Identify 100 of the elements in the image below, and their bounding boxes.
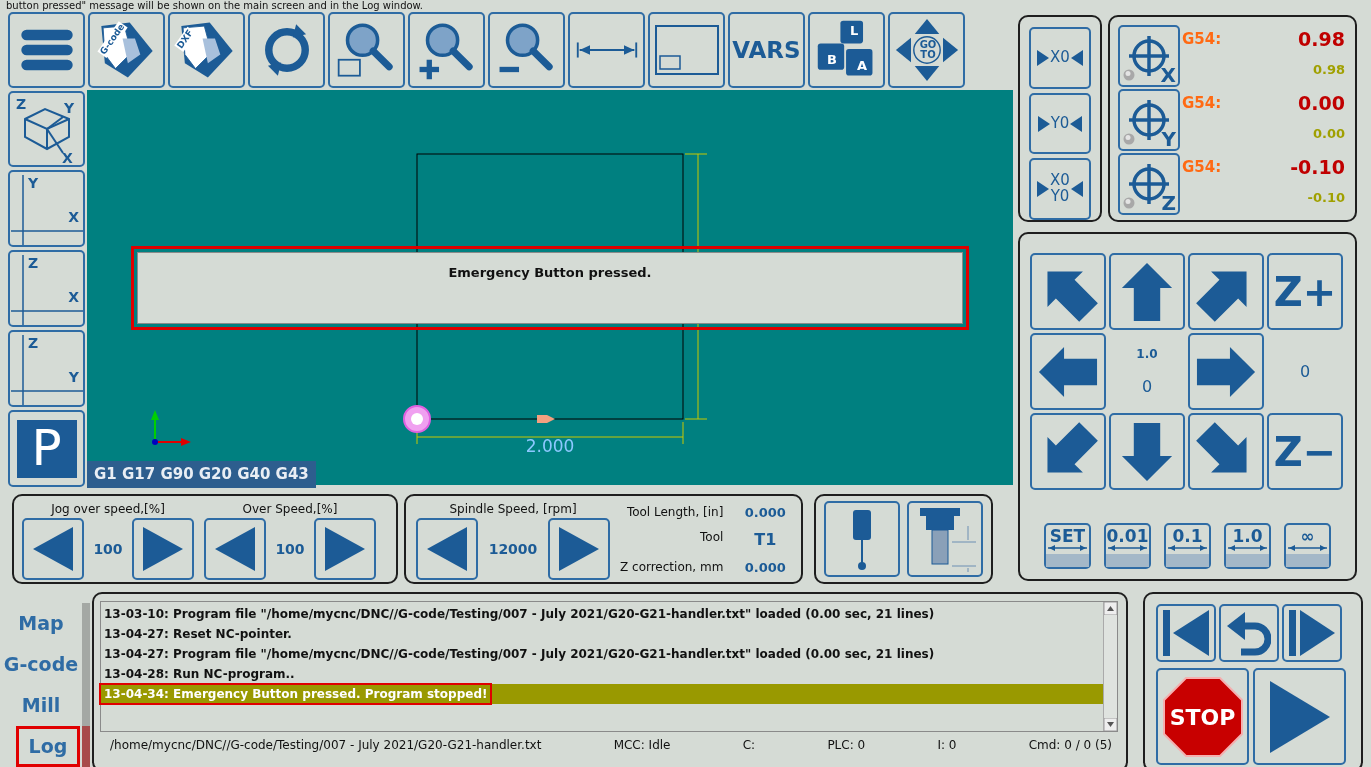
zoom-window-button[interactable] bbox=[328, 12, 405, 88]
goto-button[interactable]: GO TO bbox=[888, 12, 965, 88]
speed-label: Spindle Speed, [rpm] bbox=[449, 501, 577, 518]
plane-view-button[interactable]: Y X bbox=[8, 170, 85, 247]
refresh-button[interactable] bbox=[248, 12, 325, 88]
status-text: C: bbox=[742, 737, 756, 754]
menu-button[interactable] bbox=[8, 12, 85, 88]
jog-button[interactable] bbox=[1109, 413, 1185, 490]
axis-zero-button[interactable]: Y bbox=[1118, 89, 1180, 151]
axes-icon bbox=[10, 252, 83, 325]
stop-sign-icon bbox=[1161, 675, 1244, 758]
plane-view-button[interactable]: Z X bbox=[8, 250, 85, 327]
work-offset-label: G54: bbox=[1182, 93, 1222, 114]
triangle-left-icon bbox=[213, 525, 257, 573]
side-tab[interactable]: G-code bbox=[0, 644, 90, 685]
tool-marker bbox=[403, 405, 431, 433]
jog-xy-value: 0 bbox=[1141, 375, 1153, 398]
indicator-led-icon bbox=[1123, 69, 1135, 81]
speed-value: 100 bbox=[274, 539, 306, 559]
status-text: I: 0 bbox=[937, 737, 957, 754]
decrease-button[interactable] bbox=[204, 518, 266, 580]
skip-back-icon bbox=[1161, 608, 1211, 658]
machine-position-value: -0.10 bbox=[1307, 188, 1345, 207]
plane-view-button[interactable]: Z Y bbox=[8, 330, 85, 407]
iso-view-button[interactable]: Z Y X bbox=[8, 91, 85, 167]
indicator-led-icon bbox=[1123, 197, 1135, 209]
triangle-right-icon bbox=[1037, 115, 1050, 132]
step-forward-button[interactable] bbox=[1282, 604, 1342, 662]
keys-button[interactable]: L B A bbox=[808, 12, 885, 88]
position-value: 0.98 bbox=[1298, 27, 1345, 52]
jog-button[interactable] bbox=[1030, 413, 1106, 490]
zero-button[interactable]: X0 Y0 bbox=[1029, 158, 1091, 220]
vars-button[interactable]: VARS bbox=[728, 12, 805, 88]
step-button[interactable]: 0.01 bbox=[1104, 523, 1151, 569]
zero-button[interactable]: Y0 bbox=[1029, 92, 1091, 155]
triangle-left-icon bbox=[425, 525, 469, 573]
modal-codes-bar: G1 G17 G90 G20 G40 G43 bbox=[87, 461, 316, 488]
axes-icon bbox=[10, 332, 83, 405]
axis-triad-icon bbox=[151, 410, 191, 446]
tool-info-value: T1 bbox=[753, 529, 778, 551]
work-offset-label: G54: bbox=[1182, 29, 1222, 50]
axis-zero-button[interactable]: X bbox=[1118, 25, 1180, 87]
ruler-icon bbox=[1286, 544, 1329, 567]
direction-arrow-icon bbox=[537, 415, 555, 423]
stop-button[interactable]: STOP bbox=[1156, 668, 1249, 765]
speed-value: 12000 bbox=[487, 539, 539, 559]
jog-button[interactable] bbox=[1109, 253, 1185, 330]
triangle-right-icon bbox=[1037, 181, 1050, 198]
increase-button[interactable] bbox=[314, 518, 376, 580]
tool-length-button[interactable] bbox=[907, 501, 983, 577]
go-to-start-button[interactable] bbox=[1156, 604, 1216, 662]
position-value: 0.00 bbox=[1298, 91, 1345, 116]
speed-value: 100 bbox=[92, 539, 124, 559]
decrease-button[interactable] bbox=[22, 518, 84, 580]
frame-icon bbox=[653, 24, 720, 76]
log-line: 13-03-10: Program file "/home/mycnc/DNC//G-code/Testing/007 - July 2021/G20-G21-handler.txt" loaded (0.00 sec, 21 lines) bbox=[103, 606, 936, 623]
parking-sign: P bbox=[16, 419, 77, 478]
step-button[interactable]: 1.0 bbox=[1224, 523, 1271, 569]
work-offset-label: G54: bbox=[1182, 157, 1222, 178]
fit-screen-button[interactable] bbox=[648, 12, 725, 88]
tool-info-value: 0.000 bbox=[743, 503, 787, 522]
jog-button[interactable] bbox=[1188, 413, 1264, 490]
log-line: 13-04-28: Run NC-program.. bbox=[103, 666, 296, 683]
dimension-label: 2.000 bbox=[525, 436, 575, 456]
step-button[interactable]: ∞ bbox=[1284, 523, 1331, 569]
increase-button[interactable] bbox=[548, 518, 610, 580]
zoom-out-button[interactable] bbox=[488, 12, 565, 88]
status-text: MCC: Idle bbox=[613, 737, 671, 754]
park-button[interactable]: P bbox=[8, 410, 85, 487]
step-button[interactable]: 0.1 bbox=[1164, 523, 1211, 569]
status-text: Cmd: 0 / 0 (5) bbox=[1028, 737, 1112, 754]
rewind-button[interactable] bbox=[1219, 604, 1279, 662]
jog-button[interactable] bbox=[1030, 333, 1106, 410]
step-button[interactable]: SET bbox=[1044, 523, 1091, 569]
zero-button[interactable]: X0 bbox=[1029, 27, 1091, 89]
tool-info-label: Tool Length, [in] bbox=[625, 503, 724, 521]
position-value: -0.10 bbox=[1290, 155, 1345, 180]
triangle-right-icon bbox=[557, 525, 601, 573]
axis-zero-button[interactable]: Z bbox=[1118, 153, 1180, 215]
side-tab[interactable]: Mill bbox=[0, 685, 90, 726]
status-text: /home/mycnc/DNC//G-code/Testing/007 - July 2021/G20-G21-handler.txt bbox=[110, 737, 542, 754]
decrease-button[interactable] bbox=[416, 518, 478, 580]
fit-width-button[interactable] bbox=[568, 12, 645, 88]
zoom-in-button[interactable] bbox=[408, 12, 485, 88]
increase-button[interactable] bbox=[132, 518, 194, 580]
jog-button[interactable] bbox=[1188, 333, 1264, 410]
triangle-left-icon bbox=[31, 525, 75, 573]
side-tab[interactable]: Map bbox=[0, 603, 90, 644]
machine-position-value: 0.00 bbox=[1312, 124, 1345, 143]
jog-button[interactable] bbox=[1030, 253, 1106, 330]
log-line: 13-04-27: Program file "/home/mycnc/DNC//G-code/Testing/007 - July 2021/G20-G21-handler.txt" loaded (0.00 sec, 21 lines) bbox=[103, 646, 936, 663]
start-button[interactable] bbox=[1253, 668, 1346, 765]
triangle-right-icon bbox=[1037, 49, 1050, 66]
jog-button[interactable] bbox=[1188, 253, 1264, 330]
probe-button[interactable] bbox=[824, 501, 900, 577]
scroll-up-icon[interactable] bbox=[1104, 602, 1117, 615]
scroll-down-icon[interactable] bbox=[1104, 718, 1117, 731]
jog-z-button[interactable]: Z− bbox=[1267, 413, 1343, 490]
jog-z-button[interactable]: Z+ bbox=[1267, 253, 1343, 330]
indicator-led-icon bbox=[1123, 133, 1135, 145]
